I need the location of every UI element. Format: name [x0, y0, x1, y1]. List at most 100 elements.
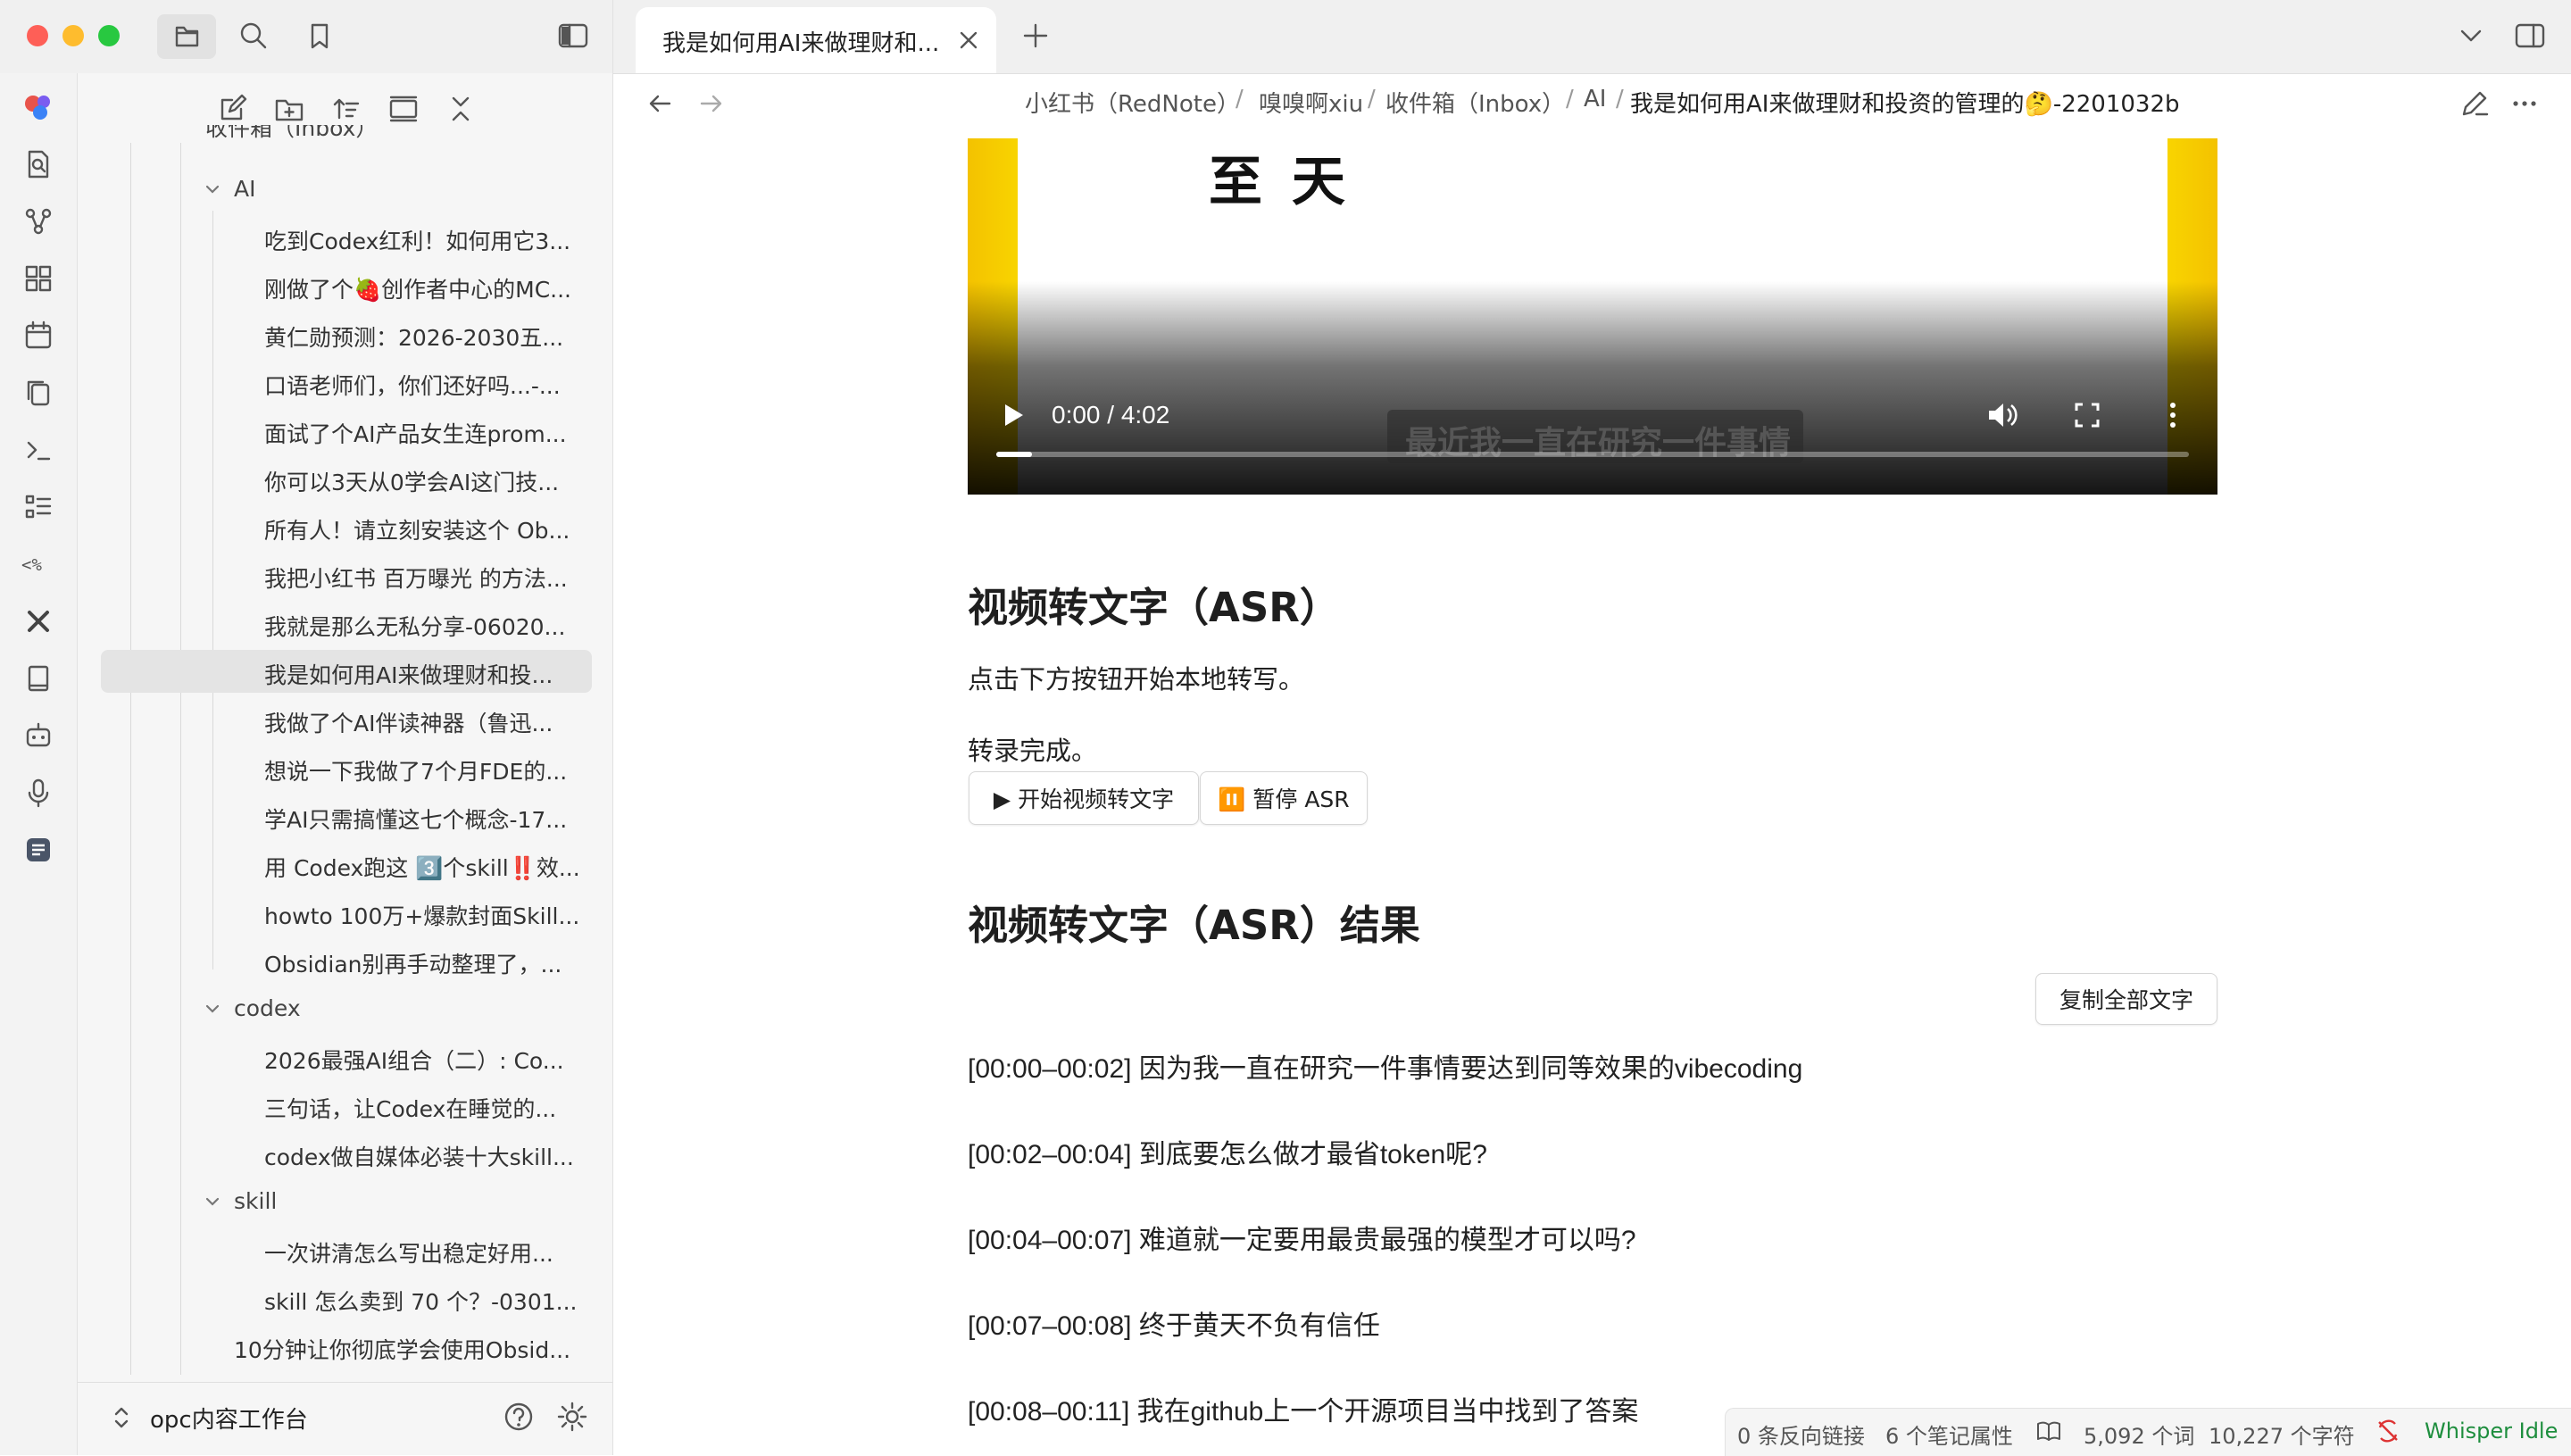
ribbon-tools-button[interactable]: [21, 603, 56, 639]
new-note-icon: [220, 94, 247, 121]
tab-list-button[interactable]: [2455, 20, 2487, 52]
reading-mode-button[interactable]: [2035, 1418, 2062, 1444]
forward-button[interactable]: [695, 87, 727, 120]
tree-file[interactable]: skill 怎么卖到 70 个？-0301...: [101, 1277, 592, 1319]
files-view-button[interactable]: [157, 14, 216, 59]
backlinks-count[interactable]: 0 条反向链接: [1737, 1419, 1865, 1450]
start-asr-button[interactable]: ▶ 开始视频转文字: [969, 771, 1199, 825]
breadcrumb-ai[interactable]: AI: [1584, 86, 1606, 112]
breadcrumb-author[interactable]: 嗅嗅啊xiu: [1259, 86, 1363, 119]
ribbon-plugin-button[interactable]: [21, 832, 56, 868]
fullscreen-button[interactable]: [2069, 397, 2105, 433]
collapse-sidebar-button[interactable]: [555, 18, 591, 54]
ribbon-calendar-button[interactable]: [21, 318, 56, 354]
breadcrumb-inbox[interactable]: 收件箱（Inbox）: [1385, 86, 1565, 119]
video-player[interactable]: 至 天 最近我一直在研究一件事情 0:00 / 4:02: [968, 138, 2217, 495]
tree-file[interactable]: howto 100万+爆款封面Skill...: [101, 891, 592, 934]
tree-file[interactable]: 想说一下我做了7个月FDE的...: [101, 746, 592, 789]
tree-file[interactable]: Obsidian别再手动整理了，...: [101, 939, 592, 982]
edit-mode-button[interactable]: [2457, 86, 2492, 121]
calendar-icon: [25, 320, 52, 349]
word-count: 5,092 个词: [2084, 1424, 2195, 1449]
play-button[interactable]: [994, 397, 1030, 433]
video-time: 0:00 / 4:02: [1052, 401, 1170, 428]
video-progress-track[interactable]: [996, 452, 2189, 457]
vault-name[interactable]: opc内容工作台: [150, 1402, 308, 1435]
tree-file[interactable]: 学AI只需搞懂这七个概念-17...: [101, 795, 592, 837]
pause-asr-button[interactable]: ⏸️ 暂停 ASR: [1200, 771, 1368, 825]
fullscreen-icon: [2075, 403, 2100, 428]
whisper-status[interactable]: Whisper Idle: [2425, 1419, 2558, 1444]
tree-file[interactable]: 刚做了个🍓创作者中心的MC...: [101, 264, 592, 307]
tree-file[interactable]: 我是如何用AI来做理财和投...: [101, 650, 592, 693]
tree-folder-ai[interactable]: AI: [101, 168, 592, 211]
close-window-button[interactable]: [27, 25, 48, 46]
tree-file[interactable]: 用 Codex跑这 3️⃣个skill‼️效...: [101, 843, 592, 886]
tree-file[interactable]: 我做了个AI伴读神器（鲁迅...: [101, 698, 592, 741]
ribbon-search-file-button[interactable]: [21, 146, 56, 182]
video-more-button[interactable]: [2155, 397, 2191, 433]
chevron-down-icon[interactable]: [204, 180, 221, 198]
tree-file[interactable]: 我把小红书 百万曝光 的方法...: [101, 553, 592, 596]
tab-current-note[interactable]: 我是如何用AI来做理财和...: [636, 7, 996, 73]
tree-file[interactable]: 我就是那么无私分享-06020...: [101, 602, 592, 645]
tree-file[interactable]: 你可以3天从0学会AI这门技...: [101, 457, 592, 500]
ribbon-book-button[interactable]: [21, 661, 56, 696]
ribbon-mic-button[interactable]: [21, 775, 56, 811]
ribbon-terminal-button[interactable]: [21, 432, 56, 468]
file-label: 我是如何用AI来做理财和投...: [264, 662, 553, 688]
chevron-down-icon[interactable]: [204, 1000, 221, 1018]
ribbon-copy-button[interactable]: [21, 375, 56, 411]
file-label: codex做自媒体必装十大skill...: [264, 1144, 574, 1170]
tree-file[interactable]: 一次讲清怎么写出稳定好用...: [101, 1228, 592, 1271]
tree-file[interactable]: 2026最强AI组合（二）: Co...: [101, 1036, 592, 1078]
help-button[interactable]: [502, 1400, 536, 1434]
more-options-button[interactable]: [2507, 86, 2542, 121]
ribbon-bot-button[interactable]: [21, 718, 56, 753]
ribbon-app-button[interactable]: [21, 89, 56, 125]
tree-file[interactable]: codex做自媒体必装十大skill...: [101, 1132, 592, 1175]
sort-button[interactable]: [329, 91, 364, 127]
search-view-button[interactable]: [236, 18, 271, 54]
tree-folder-inbox[interactable]: 收件箱（Inbox）: [205, 125, 580, 154]
chevron-down-icon[interactable]: [204, 1193, 221, 1211]
settings-button[interactable]: [555, 1400, 589, 1434]
auto-reveal-button[interactable]: [386, 91, 421, 127]
ribbon-template-button[interactable]: <%: [21, 546, 56, 582]
svg-text:<%: <%: [21, 555, 42, 575]
breadcrumb-note-title[interactable]: 我是如何用AI来做理财和投资的管理的🤔-2201032b: [1630, 86, 2180, 119]
tree-folder-skill[interactable]: skill: [101, 1180, 592, 1223]
ribbon-list-button[interactable]: [21, 489, 56, 525]
asr-instruction: 点击下方按钮开始本地转写。: [968, 664, 1305, 695]
toggle-right-sidebar-button[interactable]: [2512, 18, 2548, 54]
zoom-window-button[interactable]: [98, 25, 120, 46]
ribbon-canvas-button[interactable]: [21, 261, 56, 296]
file-label: 黄仁勋预测：2026-2030五...: [264, 325, 564, 351]
tree-file[interactable]: 10分钟让你彻底学会使用Obsid...: [101, 1325, 592, 1368]
collapse-all-button[interactable]: [443, 91, 478, 127]
more-horizontal-icon: [2513, 101, 2536, 106]
new-note-button[interactable]: [214, 91, 250, 127]
vault-switcher[interactable]: [105, 1402, 137, 1434]
microphone-icon: [28, 778, 49, 808]
search-icon: [240, 22, 267, 49]
ribbon-graph-button[interactable]: [21, 204, 56, 239]
tree-file[interactable]: 所有人！请立刻安装这个 Ob...: [101, 505, 592, 548]
copy-all-button[interactable]: 复制全部文字: [2035, 973, 2217, 1025]
tree-file[interactable]: 吃到Codex红利！如何用它3...: [101, 216, 592, 259]
tree-file[interactable]: 三句话，让Codex在睡觉的...: [101, 1084, 592, 1127]
properties-count[interactable]: 6 个笔记属性: [1885, 1419, 2013, 1450]
minimize-window-button[interactable]: [62, 25, 84, 46]
volume-button[interactable]: [1984, 397, 2019, 433]
tree-folder-codex[interactable]: codex: [101, 987, 592, 1030]
tree-file[interactable]: 口语老师们，你们还好吗...-...: [101, 361, 592, 404]
new-folder-button[interactable]: [271, 91, 307, 127]
close-tab-button[interactable]: [955, 27, 982, 54]
new-tab-button[interactable]: [1019, 20, 1052, 52]
tree-file[interactable]: 面试了个AI产品女生连prom...: [101, 409, 592, 452]
sync-status-button[interactable]: [2375, 1418, 2401, 1444]
breadcrumb-rednote[interactable]: 小红书（RedNote）: [1025, 86, 1240, 119]
tree-file[interactable]: 黄仁勋预测：2026-2030五...: [101, 312, 592, 355]
bookmarks-view-button[interactable]: [302, 18, 337, 54]
back-button[interactable]: [645, 87, 677, 120]
